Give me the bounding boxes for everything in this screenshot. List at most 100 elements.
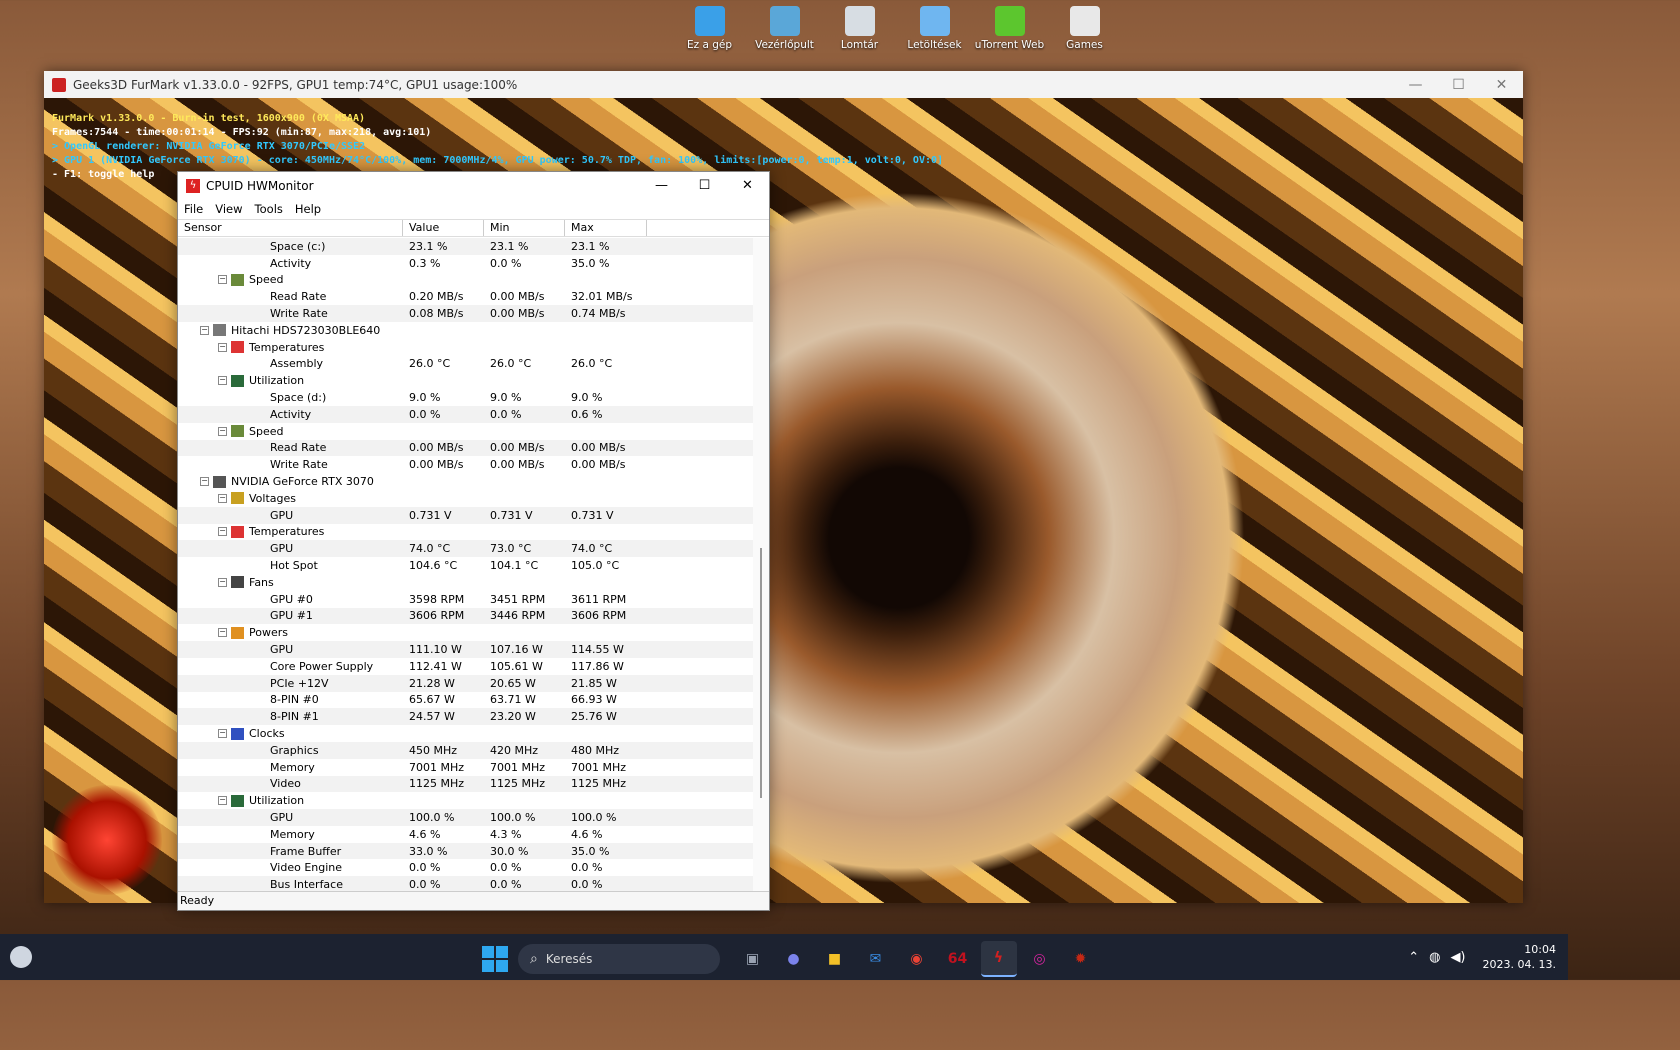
collapse-toggle-icon[interactable]: − — [218, 729, 227, 738]
sensor-group-row[interactable]: − Powers — [178, 624, 753, 641]
sensor-row[interactable]: Write Rate 0.08 MB/s 0.00 MB/s 0.74 MB/s — [178, 305, 753, 322]
sensor-row[interactable]: Memory 4.6 % 4.3 % 4.6 % — [178, 826, 753, 843]
sensor-max: 23.1 % — [571, 239, 610, 253]
sensor-min: 100.0 % — [490, 810, 536, 824]
sensor-row[interactable]: GPU 100.0 % 100.0 % 100.0 % — [178, 809, 753, 826]
taskbar-search[interactable]: ⌕ Keresés — [518, 944, 720, 974]
hwmonitor-titlebar[interactable]: ϟ CPUID HWMonitor — ☐ ✕ — [178, 172, 769, 199]
minimize-button[interactable]: — — [640, 178, 683, 193]
desktop-icon[interactable]: Vezérlőpult — [747, 6, 822, 51]
scrollbar-thumb[interactable] — [760, 548, 762, 798]
sensor-group-row[interactable]: − Utilization — [178, 792, 753, 809]
sensor-max: 105.0 °C — [571, 559, 620, 573]
hwmonitor-window[interactable]: ϟ CPUID HWMonitor — ☐ ✕ File View Tools … — [177, 171, 770, 911]
sensor-group-row[interactable]: − Temperatures — [178, 339, 753, 356]
menu-view[interactable]: View — [209, 202, 248, 216]
sensor-row[interactable]: Activity 0.0 % 0.0 % 0.6 % — [178, 405, 753, 423]
file-explorer-icon[interactable]: ■ — [817, 941, 853, 977]
sensor-row[interactable]: 8-PIN #0 65.67 W 63.71 W 66.93 W — [178, 692, 753, 709]
mail-icon[interactable]: ✉ — [858, 941, 894, 977]
sensor-row[interactable]: Video Engine 0.0 % 0.0 % 0.0 % — [178, 859, 753, 876]
sensor-row[interactable]: Assembly 26.0 °C 26.0 °C 26.0 °C — [178, 356, 753, 373]
sensor-tree[interactable]: Space (c:) 23.1 % 23.1 % 23.1 % Activity 0.3 … — [178, 238, 753, 891]
start-button[interactable] — [482, 946, 508, 972]
collapse-toggle-icon[interactable]: − — [218, 426, 227, 436]
sensor-group-row[interactable]: − Utilization — [178, 372, 753, 389]
collapse-toggle-icon[interactable]: − — [218, 493, 227, 503]
vertical-scrollbar[interactable] — [753, 238, 769, 891]
weather-widget-icon[interactable] — [10, 946, 32, 968]
sensor-group-row[interactable]: − Speed — [178, 423, 753, 440]
globe-network-icon[interactable]: ◍ — [1429, 950, 1440, 965]
sensor-row[interactable]: Activity 0.3 % 0.0 % 35.0 % — [178, 255, 753, 272]
sensor-row[interactable]: GPU 0.731 V 0.731 V 0.731 V — [178, 506, 753, 524]
sensor-name-cell: GPU — [178, 542, 403, 555]
collapse-toggle-icon[interactable]: − — [218, 275, 227, 285]
collapse-toggle-icon[interactable]: − — [218, 628, 227, 638]
furmark-icon[interactable]: ✹ — [1063, 941, 1099, 977]
menu-tools[interactable]: Tools — [249, 202, 289, 216]
collapse-toggle-icon[interactable]: − — [218, 796, 227, 806]
clock[interactable]: 10:04 2023. 04. 13. — [1483, 942, 1556, 972]
column-max[interactable]: Max — [565, 220, 647, 236]
task-view-icon[interactable]: ▣ — [735, 941, 771, 977]
close-button[interactable]: ✕ — [1480, 77, 1523, 93]
sensor-min: 23.1 % — [490, 239, 529, 253]
sensor-group-row[interactable]: − NVIDIA GeForce RTX 3070 — [178, 473, 753, 490]
sensor-group-row[interactable]: − Hitachi HDS723030BLE640 — [178, 322, 753, 339]
maximize-button[interactable]: ☐ — [683, 178, 726, 193]
sensor-group-row[interactable]: − Voltages — [178, 490, 753, 507]
teams-chat-icon[interactable]: ● — [776, 941, 812, 977]
collapse-toggle-icon[interactable]: − — [200, 325, 209, 335]
sensor-row[interactable]: Core Power Supply 112.41 W 105.61 W 117.86 … — [178, 658, 753, 675]
sensor-group-row[interactable]: − Clocks — [178, 725, 753, 742]
chrome-icon[interactable]: ◉ — [899, 941, 935, 977]
sensor-row[interactable]: GPU 74.0 °C 73.0 °C 74.0 °C — [178, 540, 753, 558]
sensor-row[interactable]: PCIe +12V 21.28 W 20.65 W 21.85 W — [178, 674, 753, 692]
desktop-icon[interactable]: uTorrent Web — [972, 6, 1047, 51]
sensor-group-row[interactable]: − Fans — [178, 574, 753, 591]
menu-file[interactable]: File — [178, 202, 209, 216]
sensor-row[interactable]: Memory 7001 MHz 7001 MHz 7001 MHz — [178, 759, 753, 776]
sensor-row[interactable]: Graphics 450 MHz 420 MHz 480 MHz — [178, 741, 753, 759]
sensor-group-row[interactable]: − Speed — [178, 272, 753, 289]
furmark-titlebar[interactable]: Geeks3D FurMark v1.33.0.0 - 92FPS, GPU1 … — [44, 71, 1523, 98]
desktop-icon[interactable]: Lomtár — [822, 6, 897, 51]
collapse-toggle-icon[interactable]: − — [218, 376, 227, 386]
minimize-button[interactable]: — — [1394, 77, 1437, 93]
instagram-icon[interactable]: ◎ — [1022, 941, 1058, 977]
menu-help[interactable]: Help — [289, 202, 327, 216]
column-value[interactable]: Value — [403, 220, 484, 236]
collapse-toggle-icon[interactable]: − — [218, 342, 227, 352]
sensor-row[interactable]: GPU #0 3598 RPM 3451 RPM 3611 RPM — [178, 591, 753, 608]
sensor-row[interactable]: Bus Interface 0.0 % 0.0 % 0.0 % — [178, 876, 753, 891]
sensor-row[interactable]: GPU #1 3606 RPM 3446 RPM 3606 RPM — [178, 607, 753, 625]
sensor-row[interactable]: Write Rate 0.00 MB/s 0.00 MB/s 0.00 MB/s — [178, 456, 753, 473]
sensor-row[interactable]: 8-PIN #1 24.57 W 23.20 W 25.76 W — [178, 708, 753, 726]
collapse-toggle-icon[interactable]: − — [218, 527, 227, 537]
column-min[interactable]: Min — [484, 220, 565, 236]
desktop-icon[interactable]: Letöltések — [897, 6, 972, 51]
column-sensor[interactable]: Sensor — [178, 220, 403, 236]
collapse-toggle-icon[interactable]: − — [218, 577, 227, 587]
sensor-row[interactable]: Read Rate 0.00 MB/s 0.00 MB/s 0.00 MB/s — [178, 439, 753, 457]
collapse-toggle-icon[interactable]: − — [200, 477, 209, 487]
sensor-row[interactable]: Frame Buffer 33.0 % 30.0 % 35.0 % — [178, 842, 753, 860]
speaker-icon[interactable]: ◀) — [1450, 950, 1465, 965]
clock-date: 2023. 04. 13. — [1482, 958, 1556, 971]
sensor-group-row[interactable]: − Temperatures — [178, 524, 753, 541]
close-button[interactable]: ✕ — [726, 178, 769, 193]
desktop-icon[interactable]: Ez a gép — [672, 6, 747, 51]
maximize-button[interactable]: ☐ — [1437, 77, 1480, 93]
sensor-row[interactable]: Space (d:) 9.0 % 9.0 % 9.0 % — [178, 389, 753, 406]
sensor-row[interactable]: Space (c:) 23.1 % 23.1 % 23.1 % — [178, 238, 753, 255]
desktop-icon[interactable]: Games — [1047, 6, 1122, 51]
sensor-row[interactable]: Video 1125 MHz 1125 MHz 1125 MHz — [178, 775, 753, 793]
sensor-name-cell: Write Rate — [178, 307, 403, 320]
sensor-row[interactable]: Read Rate 0.20 MB/s 0.00 MB/s 32.01 MB/s — [178, 288, 753, 305]
chevron-up-icon[interactable]: ⌃ — [1408, 950, 1419, 965]
aida64-icon[interactable]: 64 — [940, 941, 976, 977]
hwmonitor-icon[interactable]: ϟ — [980, 941, 1017, 977]
sensor-row[interactable]: GPU 111.10 W 107.16 W 114.55 W — [178, 641, 753, 658]
sensor-row[interactable]: Hot Spot 104.6 °C 104.1 °C 105.0 °C — [178, 557, 753, 574]
